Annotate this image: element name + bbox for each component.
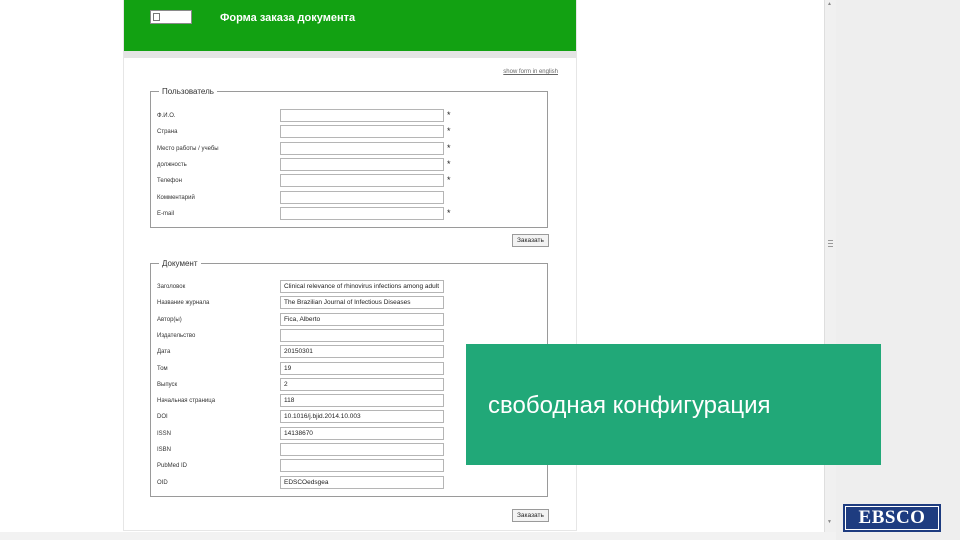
form-row: ISSN 14138670 — [157, 426, 477, 442]
scroll-up-icon[interactable]: ▲ — [827, 2, 833, 7]
text-input[interactable]: 19 — [280, 361, 444, 375]
text-input[interactable] — [280, 328, 444, 342]
field-label: Ф.И.О. — [157, 113, 176, 119]
text-input[interactable]: 20150301 — [280, 345, 444, 359]
field-label: должность — [157, 161, 187, 168]
form-row: Место работы / учебы * — [157, 141, 477, 157]
text-input[interactable]: 10.1016/j.bjid.2014.10.003 — [280, 410, 444, 424]
scroll-grip-icon[interactable] — [828, 240, 833, 247]
text-input[interactable] — [280, 206, 444, 220]
user-legend: Пользователь — [159, 87, 217, 97]
form-row: Начальная страница 118 — [157, 394, 477, 409]
form-header: Форма заказа документа — [124, 0, 576, 51]
field-label: Автор(ы) — [157, 316, 182, 323]
form-row: Название журнала The Brazilian Journal of… — [157, 296, 477, 311]
language-link[interactable]: show form in english — [503, 69, 558, 75]
field-label: Выпуск — [157, 381, 178, 388]
bottom-strip — [0, 532, 836, 540]
text-input[interactable] — [280, 459, 444, 473]
required-star-icon: * — [447, 207, 451, 218]
field-label: Дата — [157, 349, 171, 356]
form-row: OID EDSCOedsgea — [157, 475, 477, 491]
form-row: Автор(ы) Fica, Alberto — [157, 312, 477, 328]
form-row: Издательство — [157, 328, 477, 344]
form-row: Заголовок Clinical relevance of rhinoviru… — [157, 280, 477, 295]
form-row: ISBN — [157, 443, 477, 458]
form-row: Телефон * — [157, 174, 477, 189]
text-input[interactable] — [280, 443, 444, 456]
text-input[interactable]: Fica, Alberto — [280, 312, 444, 326]
field-label: E-mail — [157, 210, 175, 217]
text-input[interactable]: 118 — [280, 394, 444, 408]
form-row: E-mail * — [157, 206, 477, 222]
form-row: Дата 20150301 — [157, 345, 477, 360]
form-row: Страна * — [157, 125, 477, 140]
order-button-document[interactable]: Заказать — [512, 509, 549, 522]
field-label: Том — [157, 365, 168, 372]
field-label: Место работы / учебы — [157, 145, 219, 152]
user-fieldset: Пользователь Ф.И.О. * Страна * Место работы … — [150, 87, 548, 228]
field-label: Название журнала — [157, 300, 210, 307]
form-row: Комментарий — [157, 190, 477, 206]
field-label: Заголовок — [157, 284, 186, 290]
text-input[interactable] — [280, 125, 444, 139]
form-row: PubMed ID — [157, 459, 477, 474]
field-label: Телефон — [157, 178, 182, 185]
field-label: Издательство — [157, 332, 196, 339]
required-star-icon: * — [447, 142, 451, 153]
field-label: ISSN — [157, 430, 172, 437]
field-label: OID — [157, 479, 168, 486]
document-legend: Документ — [159, 259, 201, 269]
ebsco-logo-text: EBSCO — [858, 507, 926, 528]
ebsco-logo: EBSCO — [843, 504, 941, 532]
text-input[interactable] — [280, 141, 444, 155]
form-row: Ф.И.О. * — [157, 109, 477, 124]
required-star-icon: * — [447, 126, 451, 137]
order-button-user[interactable]: Заказать — [512, 234, 549, 247]
field-label: Начальная страница — [157, 398, 216, 405]
form-row: DOI 10.1016/j.bjid.2014.10.003 — [157, 410, 477, 425]
field-label: ISBN — [157, 447, 172, 453]
header-divider — [124, 51, 576, 58]
form-row: должность * — [157, 157, 477, 173]
text-input[interactable] — [280, 109, 444, 122]
text-input[interactable]: 14138670 — [280, 426, 444, 440]
field-label: DOI — [157, 414, 168, 421]
required-star-icon: * — [447, 110, 451, 120]
field-label: PubMed ID — [157, 463, 188, 470]
form-row: Том 19 — [157, 361, 477, 377]
field-label: Комментарий — [157, 194, 195, 201]
form-row: Выпуск 2 — [157, 377, 477, 393]
text-input[interactable] — [280, 157, 444, 171]
field-label: Страна — [157, 129, 178, 136]
text-input[interactable] — [280, 174, 444, 188]
callout-box: свободная конфигурация — [466, 344, 881, 465]
text-input[interactable]: 2 — [280, 377, 444, 391]
required-star-icon: * — [447, 158, 451, 169]
text-input[interactable]: The Brazilian Journal of Infectious Dise… — [280, 296, 444, 310]
text-input[interactable]: Clinical relevance of rhinovirus infecti… — [280, 280, 444, 293]
text-input[interactable]: EDSCOedsgea — [280, 475, 444, 489]
scroll-down-icon[interactable]: ▼ — [827, 520, 833, 525]
form-title: Форма заказа документа — [220, 12, 356, 24]
callout-text: свободная конфигурация — [488, 392, 771, 419]
required-star-icon: * — [447, 175, 451, 186]
text-input[interactable] — [280, 190, 444, 204]
broken-image-icon — [150, 10, 192, 24]
